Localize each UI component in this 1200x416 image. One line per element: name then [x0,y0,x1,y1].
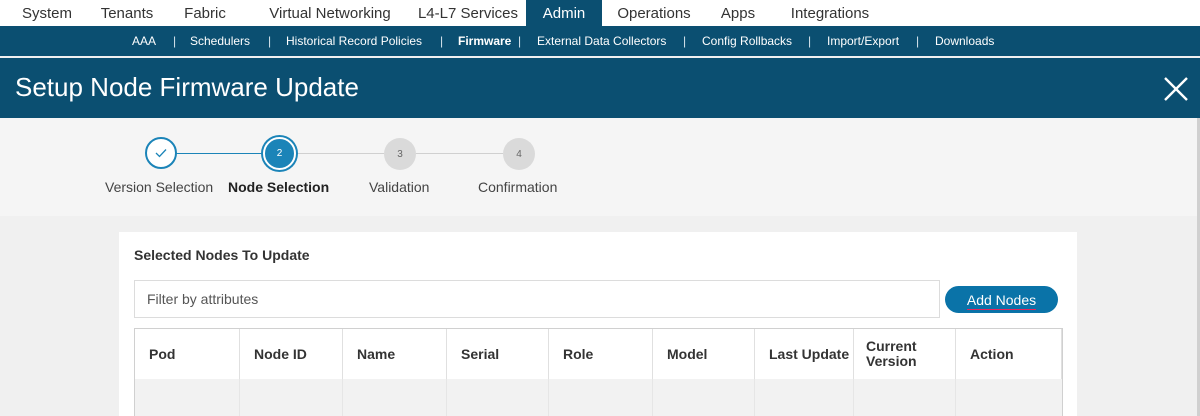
column-header-last-update[interactable]: Last Update [755,329,854,379]
step-4-confirmation[interactable]: 4 [503,138,535,170]
subnav-schedulers[interactable]: Schedulers [190,26,250,56]
step-label-validation: Validation [369,179,430,195]
close-button[interactable] [1162,72,1190,104]
tab-integrations[interactable]: Integrations [770,0,890,26]
table-cell [653,379,755,416]
column-header-pod[interactable]: Pod [135,329,240,379]
column-header-action[interactable]: Action [956,329,1062,379]
tab-virtual-networking[interactable]: Virtual Networking [250,0,410,26]
tab-tenants[interactable]: Tenants [94,0,160,26]
nodes-table: Pod Node ID Name Serial Role Model Last … [134,328,1063,416]
tab-admin[interactable]: Admin [526,0,602,26]
table-cell [240,379,343,416]
step-3-validation[interactable]: 3 [384,138,416,170]
column-header-model[interactable]: Model [653,329,755,379]
subnav-external-data-collectors[interactable]: External Data Collectors [537,26,666,56]
step-connector [296,153,384,154]
column-header-serial[interactable]: Serial [447,329,549,379]
panel-title: Selected Nodes To Update [134,247,310,263]
wizard-stepper: 2 3 4 Version Selection Node Selection V… [0,118,1200,216]
table-cell [854,379,956,416]
column-header-current-version[interactable]: Current Version [854,329,956,379]
column-header-name[interactable]: Name [343,329,447,379]
top-navigation: System Tenants Fabric Virtual Networking… [0,0,1200,26]
close-icon [1164,77,1188,101]
subnav-separator: | [440,34,444,48]
tab-l4-l7-services[interactable]: L4-L7 Services [410,0,526,26]
step-connector [415,153,503,154]
filter-input[interactable] [134,280,940,318]
page-title: Setup Node Firmware Update [15,72,359,102]
sub-navigation: AAA | Schedulers | Historical Record Pol… [0,26,1200,56]
step-label-node-selection: Node Selection [228,179,330,195]
table-row-empty [135,379,1062,416]
subnav-firmware[interactable]: Firmware [458,26,511,56]
table-cell [549,379,653,416]
subnav-separator: | [916,34,920,48]
tab-operations[interactable]: Operations [602,0,706,26]
column-header-node-id[interactable]: Node ID [240,329,343,379]
add-nodes-button[interactable]: Add Nodes [945,286,1058,313]
check-icon [155,149,167,158]
table-cell [447,379,549,416]
subnav-separator: | [808,34,812,48]
subnav-aaa[interactable]: AAA [132,26,156,56]
table-cell [755,379,854,416]
tab-system[interactable]: System [0,0,94,26]
subnav-separator: | [518,34,522,48]
tab-fabric[interactable]: Fabric [160,0,250,26]
tab-apps[interactable]: Apps [706,0,770,26]
dialog-header: Setup Node Firmware Update [0,58,1200,118]
step-1-version-selection[interactable] [145,137,177,169]
step-label-confirmation: Confirmation [478,179,558,195]
step-label-version-selection: Version Selection [105,179,214,195]
table-cell [135,379,240,416]
selected-nodes-panel: Selected Nodes To Update Add Nodes Pod N… [119,232,1077,416]
add-nodes-label: Add Nodes [966,291,1037,310]
subnav-separator: | [268,34,272,48]
subnav-import-export[interactable]: Import/Export [827,26,899,56]
table-cell [343,379,447,416]
subnav-downloads[interactable]: Downloads [935,26,994,56]
column-header-role[interactable]: Role [549,329,653,379]
subnav-historical-record-policies[interactable]: Historical Record Policies [286,26,422,56]
subnav-separator: | [683,34,687,48]
subnav-config-rollbacks[interactable]: Config Rollbacks [702,26,792,56]
subnav-separator: | [173,34,177,48]
step-2-node-selection[interactable]: 2 [263,137,296,170]
step-connector [176,153,264,154]
current-version-label: Current Version [866,338,917,369]
